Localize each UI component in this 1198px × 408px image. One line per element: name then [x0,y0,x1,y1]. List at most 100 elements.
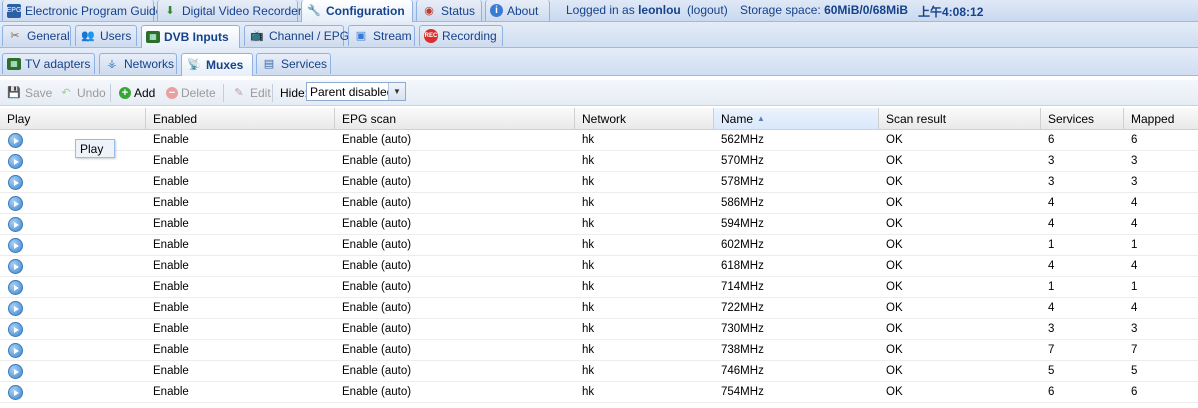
hide-dropdown[interactable]: Parent disabled ▼ [306,82,406,101]
name-cell[interactable]: 714MHz [714,277,764,297]
name-cell[interactable]: 746MHz [714,361,764,381]
epg-scan-cell[interactable]: Enable (auto) [335,277,411,297]
epg-scan-cell[interactable]: Enable (auto) [335,319,411,339]
enabled-cell[interactable]: Enable [146,382,189,402]
tab-users[interactable]: 👥 Users [75,25,137,46]
tab-services[interactable]: ▤ Services [256,53,331,74]
services-cell[interactable]: 1 [1041,277,1054,297]
scan-result-cell[interactable]: OK [879,214,903,234]
services-cell[interactable]: 3 [1041,151,1054,171]
epg-scan-cell[interactable]: Enable (auto) [335,361,411,381]
mapped-cell[interactable]: 7 [1124,340,1137,360]
tab-epg[interactable]: EPG Electronic Program Guide [2,0,162,21]
tab-networks[interactable]: ⚶ Networks [99,53,177,74]
services-cell[interactable]: 5 [1041,361,1054,381]
scan-result-cell[interactable]: OK [879,130,903,150]
services-cell[interactable]: 6 [1041,130,1054,150]
scan-result-cell[interactable]: OK [879,298,903,318]
epg-scan-cell[interactable]: Enable (auto) [335,235,411,255]
tab-recording[interactable]: REC Recording [419,25,503,46]
play-icon[interactable] [8,196,23,211]
network-cell[interactable]: hk [575,298,594,318]
column-header-mapped[interactable]: Mapped [1124,108,1198,129]
network-cell[interactable]: hk [575,193,594,213]
enabled-cell[interactable]: Enable [146,172,189,192]
epg-scan-cell[interactable]: Enable (auto) [335,172,411,192]
play-icon[interactable] [8,364,23,379]
mapped-cell[interactable]: 1 [1124,235,1137,255]
tab-general[interactable]: ✂ General [2,25,71,46]
table-row[interactable]: Enable Enable (auto) hk 594MHz OK 4 4 [0,214,1198,235]
add-button[interactable]: + Add [119,84,155,102]
tab-muxes[interactable]: 📡 Muxes [181,53,253,76]
mapped-cell[interactable]: 5 [1124,361,1137,381]
scan-result-cell[interactable]: OK [879,151,903,171]
network-cell[interactable]: hk [575,235,594,255]
network-cell[interactable]: hk [575,256,594,276]
scan-result-cell[interactable]: OK [879,340,903,360]
enabled-cell[interactable]: Enable [146,256,189,276]
tab-stream[interactable]: ▣ Stream [348,25,415,46]
mapped-cell[interactable]: 4 [1124,193,1137,213]
scan-result-cell[interactable]: OK [879,172,903,192]
scan-result-cell[interactable]: OK [879,382,903,402]
epg-scan-cell[interactable]: Enable (auto) [335,382,411,402]
play-icon[interactable] [8,217,23,232]
services-cell[interactable]: 3 [1041,172,1054,192]
name-cell[interactable]: 578MHz [714,172,764,192]
services-cell[interactable]: 3 [1041,319,1054,339]
table-row[interactable]: Enable Enable (auto) hk 730MHz OK 3 3 [0,319,1198,340]
enabled-cell[interactable]: Enable [146,193,189,213]
mapped-cell[interactable]: 3 [1124,172,1137,192]
services-cell[interactable]: 4 [1041,193,1054,213]
name-cell[interactable]: 722MHz [714,298,764,318]
name-cell[interactable]: 738MHz [714,340,764,360]
network-cell[interactable]: hk [575,214,594,234]
enabled-cell[interactable]: Enable [146,340,189,360]
table-row[interactable]: Enable Enable (auto) hk 570MHz OK 3 3 [0,151,1198,172]
save-button[interactable]: 💾 Save [6,84,52,102]
play-icon[interactable] [8,385,23,400]
epg-scan-cell[interactable]: Enable (auto) [335,256,411,276]
play-icon[interactable] [8,133,23,148]
scan-result-cell[interactable]: OK [879,193,903,213]
network-cell[interactable]: hk [575,277,594,297]
scan-result-cell[interactable]: OK [879,235,903,255]
table-row[interactable]: Enable Enable (auto) hk 722MHz OK 4 4 [0,298,1198,319]
mapped-cell[interactable]: 1 [1124,277,1137,297]
table-row[interactable]: Enable Enable (auto) hk 754MHz OK 6 6 [0,382,1198,403]
play-icon[interactable] [8,343,23,358]
epg-scan-cell[interactable]: Enable (auto) [335,130,411,150]
epg-scan-cell[interactable]: Enable (auto) [335,151,411,171]
undo-button[interactable]: ↶ Undo [58,84,105,102]
tab-about[interactable]: i About [485,0,550,21]
delete-button[interactable]: − Delete [166,84,216,102]
scan-result-cell[interactable]: OK [879,277,903,297]
network-cell[interactable]: hk [575,382,594,402]
table-row[interactable]: Enable Enable (auto) hk 586MHz OK 4 4 [0,193,1198,214]
network-cell[interactable]: hk [575,340,594,360]
name-cell[interactable]: 562MHz [714,130,764,150]
column-header-epg-scan[interactable]: EPG scan [335,108,575,129]
column-header-play[interactable]: Play [0,108,146,129]
column-header-services[interactable]: Services [1041,108,1124,129]
enabled-cell[interactable]: Enable [146,214,189,234]
enabled-cell[interactable]: Enable [146,151,189,171]
services-cell[interactable]: 1 [1041,235,1054,255]
play-icon[interactable] [8,322,23,337]
enabled-cell[interactable]: Enable [146,277,189,297]
tab-dvr[interactable]: ⬇ Digital Video Recorder [157,0,302,21]
play-icon[interactable] [8,154,23,169]
table-row[interactable]: Enable Enable (auto) hk 618MHz OK 4 4 [0,256,1198,277]
tab-channel-epg[interactable]: 📺 Channel / EPG [244,25,349,46]
enabled-cell[interactable]: Enable [146,298,189,318]
name-cell[interactable]: 586MHz [714,193,764,213]
scan-result-cell[interactable]: OK [879,361,903,381]
enabled-cell[interactable]: Enable [146,235,189,255]
chevron-down-icon[interactable]: ▼ [388,83,405,100]
mapped-cell[interactable]: 4 [1124,214,1137,234]
services-cell[interactable]: 4 [1041,256,1054,276]
scan-result-cell[interactable]: OK [879,319,903,339]
column-header-scan-result[interactable]: Scan result [879,108,1041,129]
enabled-cell[interactable]: Enable [146,361,189,381]
